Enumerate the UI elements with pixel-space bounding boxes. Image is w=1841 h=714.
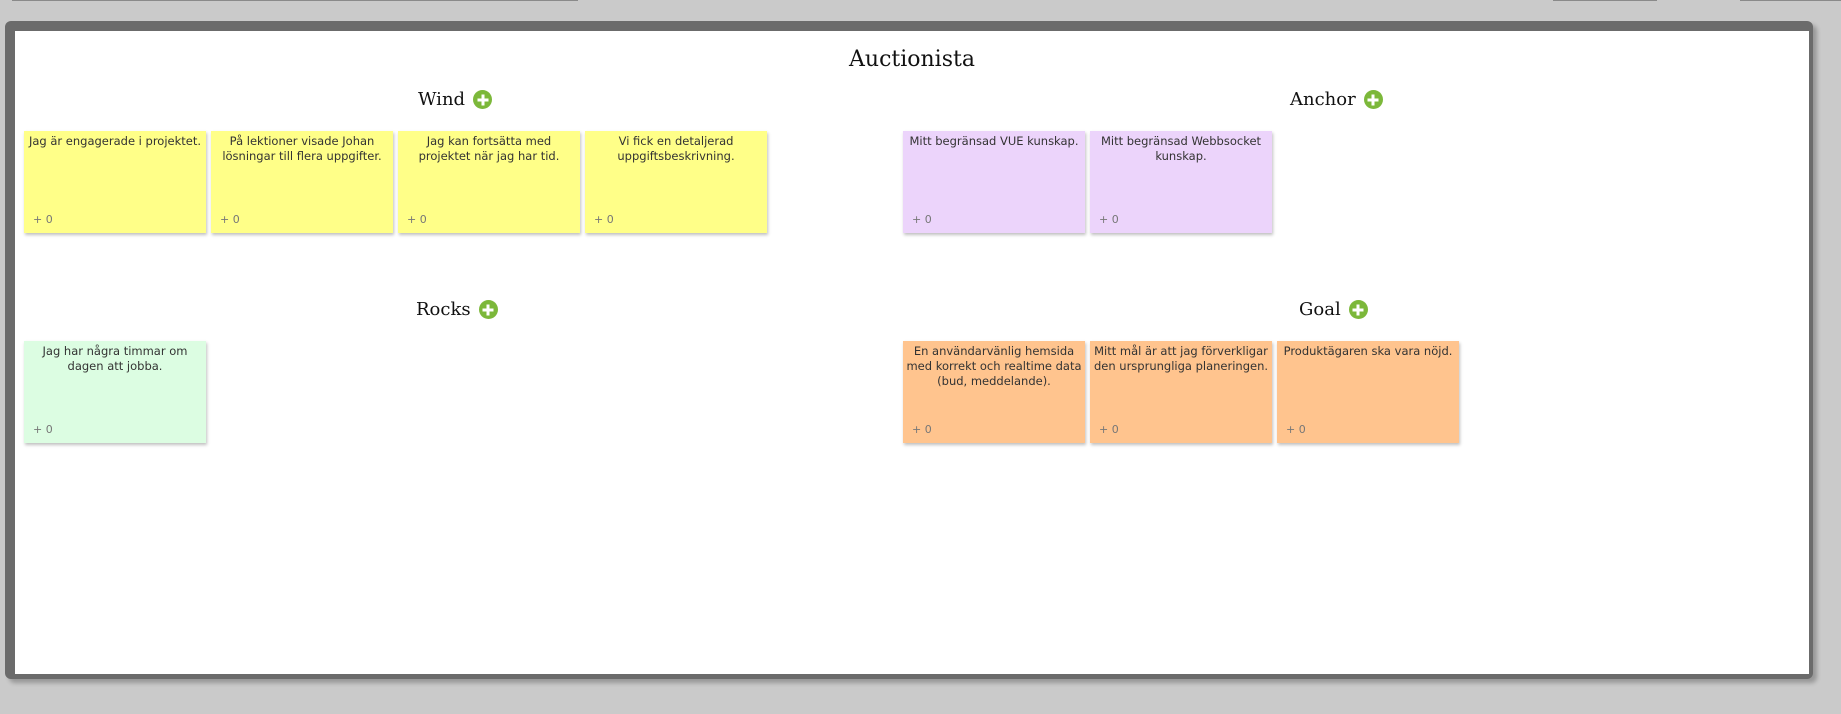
note-vote-button[interactable]: + 0: [407, 212, 427, 227]
rocks-note[interactable]: Jag har några timmar om dagen att jobba.…: [24, 341, 206, 443]
add-goal-note-icon[interactable]: [1348, 300, 1368, 319]
goal-note[interactable]: Mitt mål är att jag förverkligar den urs…: [1090, 341, 1272, 443]
top-divider-left: [12, 0, 578, 1]
note-text: Mitt begränsad Webbsocket kunskap.: [1100, 134, 1262, 163]
note-text: Jag är engagerade i projektet.: [28, 134, 202, 148]
add-wind-note-icon[interactable]: [473, 90, 493, 109]
note-text: Jag kan fortsätta med projektet när jag …: [418, 134, 560, 163]
section-header-goal: Goal: [1299, 299, 1368, 320]
top-divider-middle: [1553, 0, 1657, 1]
add-anchor-note-icon[interactable]: [1363, 90, 1383, 109]
goal-note[interactable]: Produktägaren ska vara nöjd. + 0: [1277, 341, 1459, 443]
note-text: Jag har några timmar om dagen att jobba.: [42, 344, 188, 373]
anchor-note[interactable]: Mitt begränsad Webbsocket kunskap. + 0: [1090, 131, 1272, 233]
note-text: Vi fick en detaljerad uppgiftsbeskrivnin…: [617, 134, 735, 163]
goal-note[interactable]: En användarvänlig hemsida med korrekt oc…: [903, 341, 1085, 443]
note-vote-button[interactable]: + 0: [1099, 212, 1119, 227]
note-text: På lektioner visade Johan lösningar till…: [222, 134, 382, 163]
note-vote-button[interactable]: + 0: [220, 212, 240, 227]
note-vote-button[interactable]: + 0: [33, 212, 53, 227]
note-vote-button[interactable]: + 0: [33, 422, 53, 437]
wind-note[interactable]: På lektioner visade Johan lösningar till…: [211, 131, 393, 233]
retro-board: Auctionista Wind Jag är engagerade i pro…: [15, 31, 1809, 674]
wind-note[interactable]: Vi fick en detaljerad uppgiftsbeskrivnin…: [585, 131, 767, 233]
section-title-wind: Wind: [418, 89, 466, 110]
board-title: Auctionista: [849, 47, 975, 72]
note-vote-button[interactable]: + 0: [594, 212, 614, 227]
anchor-note[interactable]: Mitt begränsad VUE kunskap. + 0: [903, 131, 1085, 233]
note-vote-button[interactable]: + 0: [912, 212, 932, 227]
top-divider-right: [1740, 0, 1841, 1]
section-title-goal: Goal: [1299, 299, 1341, 320]
section-title-rocks: Rocks: [416, 299, 471, 320]
note-text: Mitt mål är att jag förverkligar den urs…: [1093, 344, 1269, 373]
wind-note[interactable]: Jag är engagerade i projektet. + 0: [24, 131, 206, 233]
note-text: Produktägaren ska vara nöjd.: [1283, 344, 1453, 358]
add-rocks-note-icon[interactable]: [478, 300, 498, 319]
section-header-rocks: Rocks: [416, 299, 498, 320]
note-vote-button[interactable]: + 0: [1286, 422, 1306, 437]
note-text: En användarvänlig hemsida med korrekt oc…: [906, 344, 1082, 388]
section-header-wind: Wind: [418, 89, 493, 110]
note-vote-button[interactable]: + 0: [912, 422, 932, 437]
note-text: Mitt begränsad VUE kunskap.: [909, 134, 1079, 148]
section-title-anchor: Anchor: [1290, 89, 1356, 110]
wind-note[interactable]: Jag kan fortsätta med projektet när jag …: [398, 131, 580, 233]
note-vote-button[interactable]: + 0: [1099, 422, 1119, 437]
section-header-anchor: Anchor: [1290, 89, 1383, 110]
